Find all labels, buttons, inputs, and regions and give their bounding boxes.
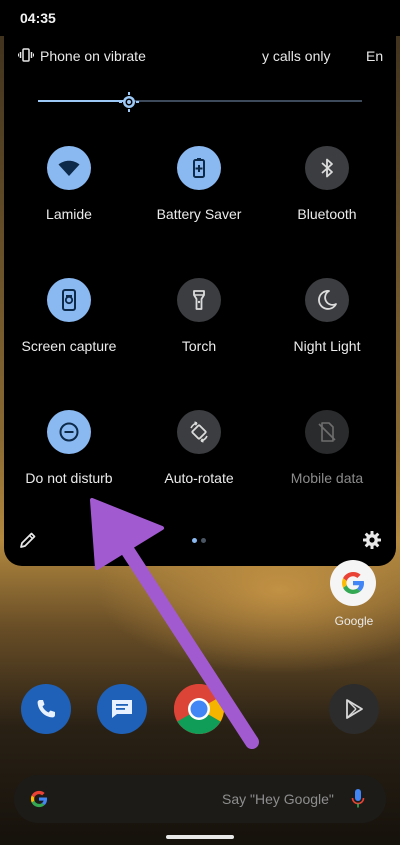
tile-auto-rotate[interactable]: Auto-rotate [134,410,264,500]
tile-mobile-data[interactable]: Mobile data [262,410,392,500]
edit-pencil-icon[interactable] [18,530,38,550]
tile-screen-capture[interactable]: Screen capture [4,278,134,368]
dock-messages[interactable] [97,684,147,734]
messages-icon [112,700,132,718]
moon-icon [318,290,337,310]
quick-settings-header: Phone on vibrate y calls only En [4,42,396,70]
tile-torch-button[interactable] [177,278,221,322]
tile-mobile-data-button[interactable] [305,410,349,454]
gesture-nav-handle[interactable] [166,835,234,839]
google-app-label: Google [334,614,374,628]
microphone-icon[interactable] [350,787,366,811]
dock-phone[interactable] [21,684,71,734]
google-g-icon [342,572,364,594]
tile-torch[interactable]: Torch [134,278,264,368]
tile-auto-rotate-button[interactable] [177,410,221,454]
google-app-shortcut[interactable]: Google [328,558,380,628]
tile-mobile-data-label: Mobile data [290,470,364,486]
torch-icon [193,290,205,310]
vibrate-icon [18,48,34,62]
brightness-fill [38,100,129,102]
wifi-icon [58,160,80,176]
tile-bluetooth-button[interactable] [305,146,349,190]
tile-wifi[interactable]: Lamide [4,146,134,236]
auto-rotate-icon [190,421,208,443]
brightness-thumb-icon[interactable] [118,92,140,112]
screen-capture-icon [62,289,76,311]
settings-gear-icon[interactable] [362,530,382,550]
tile-do-not-disturb-button[interactable] [47,410,91,454]
search-hint: Say "Hey Google" [222,791,334,807]
chrome-icon [174,684,224,734]
bluetooth-icon [321,158,333,178]
battery-saver-icon [193,158,205,178]
dock-play-store[interactable] [329,684,379,734]
tile-bluetooth-label: Bluetooth [297,206,357,222]
tile-battery-saver-label: Battery Saver [156,206,242,222]
tile-night-light[interactable]: Night Light [262,278,392,368]
tile-wifi-button[interactable] [47,146,91,190]
page-dot-active [192,538,197,543]
brightness-slider[interactable] [38,92,362,112]
tile-bluetooth[interactable]: Bluetooth [262,146,392,236]
page-dot-inactive [201,538,206,543]
tile-battery-saver[interactable]: Battery Saver [134,146,264,236]
mobile-data-off-icon [318,422,336,442]
google-search-bar[interactable]: Say "Hey Google" [14,775,386,823]
language-status[interactable]: En [366,48,383,64]
dock-chrome[interactable] [174,684,224,734]
tile-wifi-label: Lamide [46,206,92,222]
quick-settings-panel: Phone on vibrate y calls only En Lamide [4,30,396,566]
tile-screen-capture-label: Screen capture [21,338,117,354]
status-clock: 04:35 [20,10,56,26]
page-indicator [192,537,212,545]
tile-night-light-label: Night Light [293,338,361,354]
phone-icon [37,700,55,718]
tile-battery-saver-button[interactable] [177,146,221,190]
tile-night-light-button[interactable] [305,278,349,322]
tile-do-not-disturb[interactable]: Do not disturb [4,410,134,500]
play-store-icon [346,699,363,719]
tile-torch-label: Torch [181,338,217,354]
do-not-disturb-icon [59,422,79,442]
tile-auto-rotate-label: Auto-rotate [164,470,234,486]
google-g-search-icon [30,790,48,808]
tile-screen-capture-button[interactable] [47,278,91,322]
tile-do-not-disturb-label: Do not disturb [25,470,113,486]
google-app-icon-circle [330,560,376,606]
calls-status[interactable]: y calls only [262,48,330,64]
ringer-mode-status[interactable]: Phone on vibrate [40,48,146,64]
